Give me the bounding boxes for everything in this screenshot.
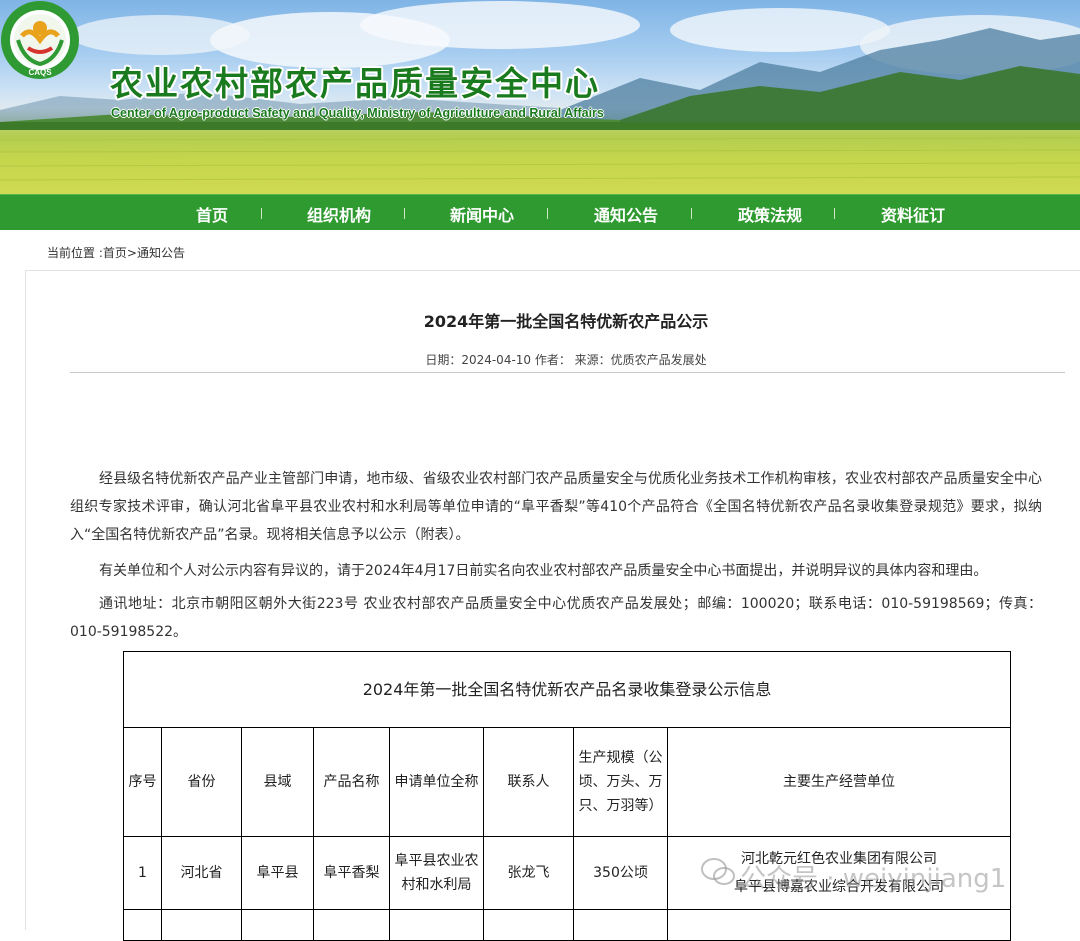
article-paragraph: 通讯地址：北京市朝阳区朝外大街223号 农业农村部农产品质量安全中心优质农产品发… (70, 596, 1042, 640)
nav-divider (261, 208, 262, 219)
nav-divider (834, 208, 835, 219)
breadcrumb-prefix: 当前位置 : (47, 246, 103, 260)
breadcrumb-separator: > (126, 246, 137, 260)
table-cell (666, 909, 1012, 941)
table-cell: 阜平香梨 (313, 836, 390, 910)
nav-divider (404, 208, 405, 219)
table-cell: 阜平县 (241, 836, 314, 910)
nav-item-organization[interactable]: 组织机构 (307, 202, 371, 226)
publicity-table: 2024年第一批全国名特优新农产品名录收集登录公示信息 序号 省份 县域 产品名… (122, 651, 1012, 941)
article-title: 2024年第一批全国名特优新农产品公示 (423, 312, 709, 331)
table-row (123, 909, 1012, 941)
table-cell (483, 909, 574, 941)
watermark-text: 公众号 · weiyinjiang1 (740, 864, 1007, 894)
table-cell: 河北省 (161, 836, 242, 910)
nav-item-policies[interactable]: 政策法规 (738, 202, 802, 226)
site-banner: CAQS 农业农村部农产品质量安全中心 Center of Agro-produ… (0, 0, 1080, 194)
table-header: 联系人 (483, 727, 574, 837)
table-cell: 张龙飞 (483, 836, 574, 910)
nav-divider (547, 208, 548, 219)
meta-divider (70, 372, 1065, 373)
main-nav: 首页 组织机构 新闻中心 通知公告 政策法规 资料征订 (0, 194, 1080, 230)
table-cell (573, 909, 668, 941)
table-header: 申请单位全称 (389, 727, 484, 837)
table-cell (161, 909, 242, 941)
table-header: 产品名称 (313, 727, 390, 837)
table-header: 主要生产经营单位 (666, 727, 1012, 837)
nav-item-subscriptions[interactable]: 资料征订 (881, 202, 945, 226)
table-cell (313, 909, 390, 941)
breadcrumb-home-link[interactable]: 首页 (103, 246, 127, 260)
site-title: 农业农村部农产品质量安全中心 (110, 64, 600, 103)
caqs-logo: CAQS (1, 1, 79, 79)
table-cell: 350公顷 (573, 836, 668, 910)
table-cell (123, 909, 162, 941)
table-header: 生产规模（公顷、万头、万只、万羽等） (573, 727, 668, 837)
table-header: 序号 (123, 727, 162, 837)
table-cell (241, 909, 314, 941)
nav-item-notices[interactable]: 通知公告 (594, 202, 658, 226)
table-header-row: 序号 省份 县域 产品名称 申请单位全称 联系人 生产规模（公顷、万头、万只、万… (123, 727, 1012, 837)
table-cell: 阜平县农业农村和水利局 (389, 836, 484, 910)
article-paragraph: 经县级名特优新农产品产业主管部门申请，地市级、省级农业农村部门农产品质量安全与优… (70, 471, 1042, 543)
nav-item-news[interactable]: 新闻中心 (450, 202, 514, 226)
nav-divider (691, 208, 692, 219)
svg-text:CAQS: CAQS (28, 68, 52, 77)
table-header: 县域 (241, 727, 314, 837)
breadcrumb: 当前位置 :首页>通知公告 (47, 244, 185, 261)
table-caption: 2024年第一批全国名特优新农产品名录收集登录公示信息 (122, 651, 1012, 728)
article-paragraph: 有关单位和个人对公示内容有异议的，请于2024年4月17日前实名向农业农村部农产… (99, 563, 988, 579)
table-cell (389, 909, 484, 941)
table-header: 省份 (161, 727, 242, 837)
site-subtitle: Center of Agro-product Safety and Qualit… (111, 106, 604, 120)
breadcrumb-current-link[interactable]: 通知公告 (137, 246, 185, 260)
nav-item-home[interactable]: 首页 (196, 202, 228, 226)
article-meta: 日期：2024-04-10 作者： 来源：优质农产品发展处 (425, 353, 707, 367)
table-cell: 1 (123, 836, 162, 910)
